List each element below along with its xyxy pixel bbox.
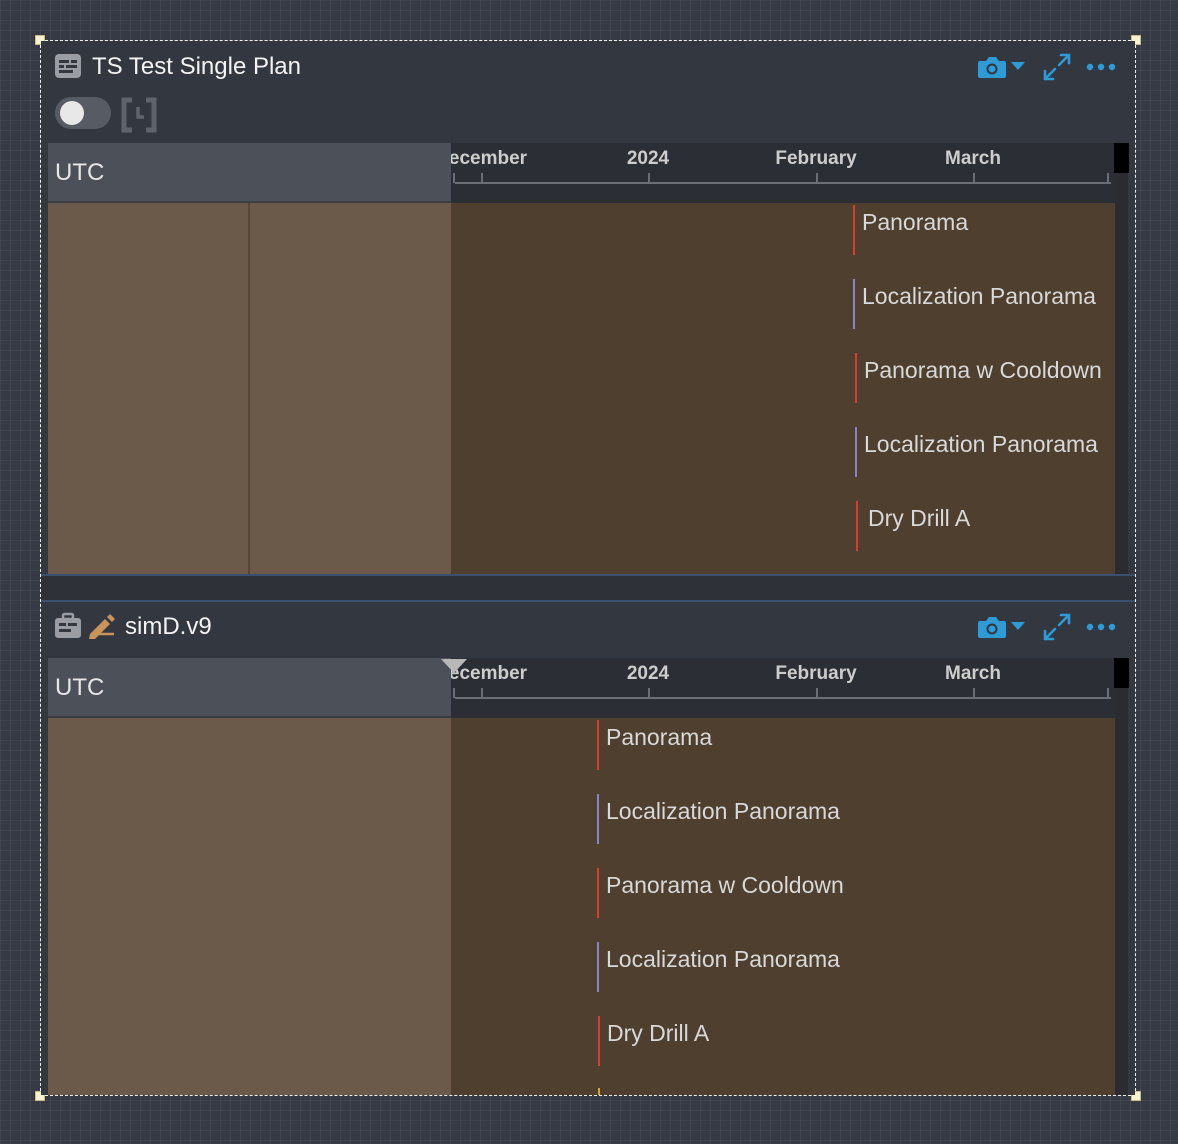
pencil-icon — [87, 611, 117, 641]
time-axis[interactable]: ecember 2024 February March — [451, 658, 1115, 718]
time-cursor-marker[interactable] — [440, 658, 468, 674]
activity-marker — [598, 1016, 600, 1066]
timezone-label: UTC — [55, 674, 105, 701]
activity-label: Localization Panorama — [606, 946, 840, 972]
axis-tick — [1107, 688, 1109, 698]
axis-tick — [481, 173, 483, 183]
row-header-area — [48, 718, 451, 1095]
vertical-scrollbar[interactable] — [1115, 143, 1128, 574]
axis-line — [455, 697, 1111, 699]
caret-down-icon[interactable] — [1009, 59, 1027, 73]
timezone-header: UTC — [48, 658, 451, 718]
axis-tick — [816, 173, 818, 183]
axis-line — [455, 182, 1111, 184]
panel-header: TS Test Single Plan — [41, 41, 1135, 97]
activity-label: Dry Drill A — [607, 1020, 710, 1046]
simulation-panel: simD.v9 UTC ecember 2024 February March … — [41, 602, 1135, 1095]
axis-tick — [453, 173, 455, 183]
time-bracket-icon[interactable] — [119, 97, 159, 133]
axis-tick — [973, 688, 975, 698]
activity-marker-partial — [598, 1088, 600, 1095]
activity-label: Panorama — [862, 209, 969, 235]
row-header-area — [48, 203, 451, 574]
timeline: UTC ecember 2024 February March Panorama — [48, 143, 1129, 574]
activity-label: Panorama w Cooldown — [864, 357, 1102, 383]
activity-marker — [853, 205, 855, 255]
axis-tick-label: 2024 — [626, 663, 670, 684]
timezone-header: UTC — [48, 143, 451, 203]
vertical-scrollbar[interactable] — [1115, 658, 1128, 1095]
axis-tick-label: ecember — [451, 148, 528, 169]
activity-label: Panorama w Cooldown — [606, 872, 844, 898]
activity-label: Localization Panorama — [606, 798, 840, 824]
plan-panel: TS Test Single Plan UTC ecember 2024 Feb… — [41, 41, 1135, 574]
panel-title: simD.v9 — [125, 613, 212, 640]
caret-down-icon[interactable] — [1009, 619, 1027, 633]
axis-tick — [973, 173, 975, 183]
camera-icon[interactable] — [975, 612, 1009, 642]
briefcase-icon — [53, 611, 83, 641]
panel-resize-divider[interactable] — [41, 574, 1135, 602]
more-horizontal-icon[interactable] — [1085, 55, 1117, 79]
activity-label: Panorama — [606, 724, 713, 750]
axis-tick — [648, 688, 650, 698]
activity-marker — [855, 353, 857, 403]
column-divider[interactable] — [248, 203, 250, 574]
plan-icon — [53, 51, 83, 81]
panel-title: TS Test Single Plan — [92, 53, 302, 80]
axis-tick-label: March — [945, 663, 1001, 684]
axis-tick — [481, 688, 483, 698]
axis-tick-label: February — [775, 148, 857, 169]
expand-icon[interactable] — [1041, 51, 1073, 83]
axis-tick — [1107, 173, 1109, 183]
more-horizontal-icon[interactable] — [1085, 615, 1117, 639]
scrollbar-thumb[interactable] — [1114, 143, 1129, 173]
activity-label: Localization Panorama — [864, 431, 1098, 457]
activity-marker — [856, 501, 858, 551]
activity-marker — [855, 427, 857, 477]
axis-tick — [648, 173, 650, 183]
activity-label: Localization Panorama — [862, 283, 1096, 309]
activity-marker — [597, 720, 599, 770]
scrollbar-thumb[interactable] — [1114, 658, 1129, 688]
activity-plot[interactable]: Panorama Localization Panorama Panorama … — [451, 718, 1115, 1095]
axis-tick — [816, 688, 818, 698]
activity-marker — [597, 794, 599, 844]
axis-tick-label: February — [775, 663, 857, 684]
toggle-switch[interactable] — [55, 97, 111, 129]
activity-marker — [853, 279, 855, 329]
axis-tick-label: March — [945, 148, 1001, 169]
axis-tick-label: 2024 — [626, 148, 670, 169]
timezone-label: UTC — [55, 159, 105, 186]
panel-header: simD.v9 — [41, 602, 1135, 658]
panel-toolbar — [41, 97, 1135, 143]
activity-marker — [597, 942, 599, 992]
activity-marker — [597, 868, 599, 918]
time-axis[interactable]: ecember 2024 February March — [451, 143, 1115, 203]
axis-tick — [453, 688, 455, 698]
toggle-knob — [60, 101, 84, 125]
activity-plot[interactable]: Panorama Localization Panorama Panorama … — [451, 203, 1115, 574]
expand-icon[interactable] — [1041, 611, 1073, 643]
activity-label: Dry Drill A — [868, 505, 971, 531]
camera-icon[interactable] — [975, 52, 1009, 82]
timeline: UTC ecember 2024 February March Panorama — [48, 658, 1129, 1095]
